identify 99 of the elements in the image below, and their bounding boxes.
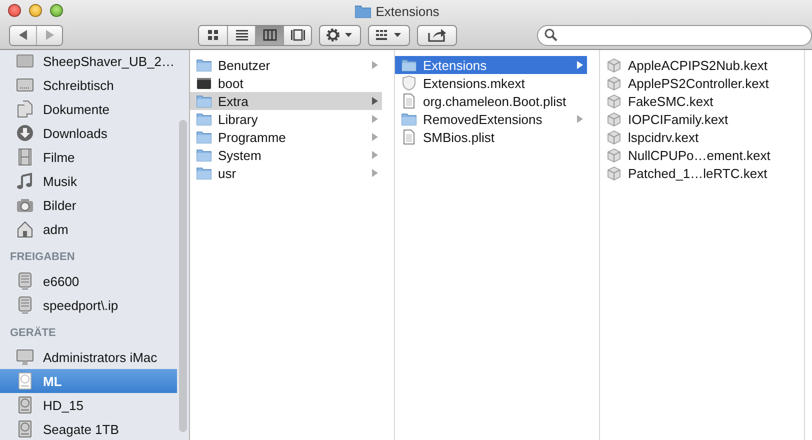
sidebar-item[interactable]: Seagate 1TB bbox=[0, 417, 177, 440]
terminal-icon bbox=[196, 75, 212, 91]
gear-menu-icon bbox=[325, 27, 355, 43]
sidebar-item[interactable]: Dokumente bbox=[0, 97, 177, 121]
folder-icon bbox=[196, 147, 212, 163]
file-item[interactable]: Benutzer bbox=[190, 56, 382, 74]
plugin-icon bbox=[606, 147, 622, 163]
disclosure-arrow-icon bbox=[577, 115, 583, 123]
document-icon bbox=[401, 129, 417, 145]
grid-menu-icon bbox=[374, 27, 404, 43]
sidebar-item[interactable]: Schreibtisch bbox=[0, 73, 177, 97]
sidebar-item[interactable]: Filme bbox=[0, 145, 177, 169]
folder-icon bbox=[196, 165, 212, 181]
file-item[interactable]: System bbox=[190, 146, 382, 164]
plugin-icon bbox=[606, 129, 622, 145]
shield-icon bbox=[401, 75, 417, 91]
sidebar-item[interactable]: speedport\.ip bbox=[0, 293, 177, 317]
folder-icon bbox=[354, 4, 371, 18]
plugin-icon bbox=[606, 57, 622, 73]
section-heading: FREIGABEN bbox=[9, 250, 76, 265]
folder-icon bbox=[196, 129, 212, 145]
file-item[interactable]: Extra bbox=[190, 92, 382, 110]
disclosure-arrow-icon bbox=[372, 151, 378, 159]
folder-icon bbox=[196, 93, 212, 109]
right-triangle-icon bbox=[45, 30, 54, 40]
file-item[interactable]: ApplePS2Controller.kext bbox=[600, 74, 792, 92]
server-icon bbox=[16, 272, 34, 290]
sidebar-item[interactable]: Bilder bbox=[0, 193, 177, 217]
file-item[interactable]: IOPCIFamily.kext bbox=[600, 110, 792, 128]
view-button[interactable] bbox=[283, 26, 311, 44]
close-button[interactable] bbox=[8, 4, 21, 17]
file-item[interactable]: Extensions.mkext bbox=[395, 74, 587, 92]
plugin-icon bbox=[606, 93, 622, 109]
file-item[interactable]: boot bbox=[190, 74, 382, 92]
disclosure-arrow-icon bbox=[372, 169, 378, 177]
cover-flow-icon bbox=[290, 28, 306, 42]
disclosure-arrow-icon bbox=[372, 133, 378, 141]
sidebar-item[interactable]: adm bbox=[0, 217, 177, 241]
sidebar-item[interactable]: HD_15 bbox=[0, 393, 177, 417]
house-icon bbox=[16, 220, 34, 238]
monitor-icon bbox=[16, 348, 34, 366]
scrollbar-thumb[interactable] bbox=[179, 120, 187, 432]
file-item[interactable]: usr bbox=[190, 164, 382, 182]
search-icon bbox=[544, 28, 558, 42]
file-item[interactable]: Library bbox=[190, 110, 382, 128]
music-note-icon bbox=[16, 172, 34, 190]
desktop-icon bbox=[16, 76, 34, 94]
view-button[interactable] bbox=[227, 26, 255, 44]
share-button[interactable] bbox=[417, 24, 457, 46]
file-item[interactable]: SMBios.plist bbox=[395, 128, 587, 146]
back-button[interactable] bbox=[10, 26, 36, 44]
camera-icon bbox=[16, 196, 34, 214]
file-item[interactable]: Extensions bbox=[395, 56, 587, 74]
icons-view-icon bbox=[205, 28, 221, 42]
server-icon bbox=[16, 296, 34, 314]
documents-icon bbox=[16, 100, 34, 118]
folder-icon bbox=[196, 57, 212, 73]
column-view-icon bbox=[262, 28, 278, 42]
disclosure-arrow-icon bbox=[372, 61, 378, 69]
view-switcher[interactable] bbox=[198, 24, 312, 46]
view-button[interactable] bbox=[199, 26, 227, 44]
plugin-icon bbox=[606, 75, 622, 91]
disclosure-arrow-icon bbox=[372, 115, 378, 123]
view-button[interactable] bbox=[255, 26, 283, 44]
file-item[interactable]: lspcidrv.kext bbox=[600, 128, 792, 146]
arrange-button[interactable] bbox=[368, 24, 410, 46]
file-item[interactable]: org.chameleon.Boot.plist bbox=[395, 92, 587, 110]
section-heading: GERÄTE bbox=[9, 326, 57, 341]
download-icon bbox=[16, 124, 34, 142]
file-item[interactable]: FakeSMC.kext bbox=[600, 92, 792, 110]
sidebar-item[interactable]: SheepShaver_UB_2… bbox=[0, 50, 177, 73]
navigation-control[interactable] bbox=[9, 24, 63, 46]
action-button[interactable] bbox=[319, 24, 361, 46]
file-item[interactable]: NullCPUPo…ement.kext bbox=[600, 146, 792, 164]
film-strip-icon bbox=[16, 148, 34, 166]
window-title: Extensions bbox=[376, 4, 440, 18]
folder-icon bbox=[401, 111, 417, 127]
left-triangle-icon bbox=[18, 30, 28, 40]
disclosure-arrow-icon bbox=[577, 61, 583, 69]
document-icon bbox=[401, 93, 417, 109]
share-icon bbox=[427, 27, 447, 43]
file-item[interactable]: Patched_1…leRTC.kext bbox=[600, 164, 792, 182]
list-view-icon bbox=[234, 28, 250, 42]
forward-button[interactable] bbox=[36, 26, 62, 44]
sidebar-item[interactable]: Downloads bbox=[0, 121, 177, 145]
sidebar-item[interactable]: Musik bbox=[0, 169, 177, 193]
folder-icon bbox=[196, 111, 212, 127]
disclosure-arrow-icon bbox=[372, 97, 378, 105]
plugin-icon bbox=[606, 165, 622, 181]
sidebar-item[interactable]: e6600 bbox=[0, 269, 177, 293]
minimize-button[interactable] bbox=[29, 4, 42, 17]
plugin-icon bbox=[606, 111, 622, 127]
zoom-button[interactable] bbox=[50, 4, 63, 17]
file-item[interactable]: Programme bbox=[190, 128, 382, 146]
file-item[interactable]: RemovedExtensions bbox=[395, 110, 587, 128]
folder-icon bbox=[401, 57, 417, 73]
search-field[interactable] bbox=[537, 24, 812, 46]
sidebar-item[interactable]: Administrators iMac bbox=[0, 345, 177, 369]
file-item[interactable]: AppleACPIPS2Nub.kext bbox=[600, 56, 792, 74]
